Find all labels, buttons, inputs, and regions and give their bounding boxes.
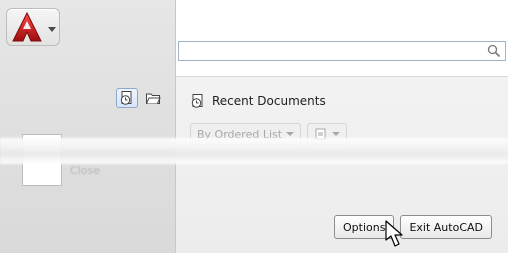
chevron-down-icon: [48, 27, 56, 32]
autocad-logo-icon: [12, 11, 42, 42]
open-documents-view-button[interactable]: [142, 88, 164, 108]
chevron-down-icon: [286, 132, 295, 136]
blurred-menu-label: Close: [70, 164, 100, 177]
exit-autocad-button[interactable]: Exit AutoCAD: [400, 215, 492, 239]
autocad-application-menu: Close Recent Documents By Ordered List O…: [0, 0, 508, 253]
application-button[interactable]: [6, 8, 60, 46]
top-strip: [176, 0, 508, 34]
recent-documents-view-button[interactable]: [116, 88, 138, 108]
recent-documents-title: Recent Documents: [212, 94, 326, 108]
recent-documents-icon: [191, 94, 203, 108]
mouse-pointer-icon: [385, 220, 403, 247]
search-field[interactable]: [178, 41, 506, 61]
application-menu-left-panel: Close: [0, 0, 176, 253]
blur-overlay: [0, 138, 508, 164]
recent-documents-header: Recent Documents: [190, 93, 326, 109]
recent-documents-icon: [120, 91, 132, 105]
open-documents-icon: [146, 93, 161, 104]
chevron-down-icon: [332, 132, 341, 136]
application-menu-right-panel: Recent Documents By Ordered List Options…: [176, 0, 508, 253]
document-view-toggle: [116, 88, 164, 108]
recent-documents-panel: Recent Documents By Ordered List Options…: [176, 76, 508, 253]
footer-buttons: Options Exit AutoCAD: [334, 215, 492, 239]
search-icon[interactable]: [487, 44, 501, 58]
